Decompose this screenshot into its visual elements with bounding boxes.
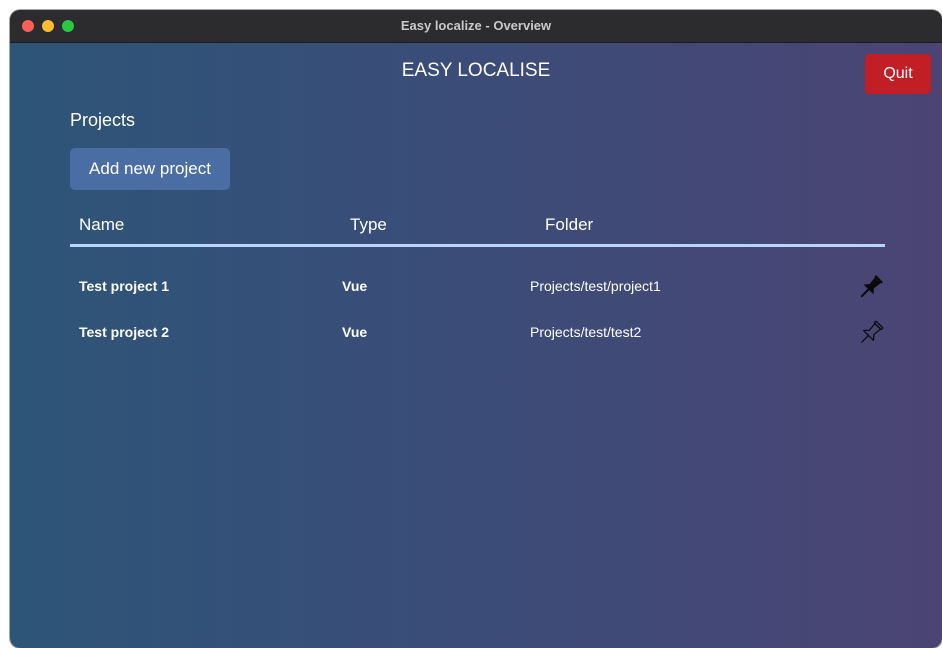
column-header-type: Type [350,215,387,234]
project-folder: Projects/test/test2 [530,324,642,340]
pin-filled-icon[interactable] [856,272,886,302]
app-title: EASY LOCALISE [401,60,551,81]
quit-button[interactable]: Quit [865,54,931,94]
projects-heading: Projects [70,110,136,130]
table-row[interactable]: Test project 2 Vue Projects/test/test2 [10,312,942,352]
project-type: Vue [342,324,368,340]
project-name: Test project 2 [79,324,169,340]
project-folder: Projects/test/project1 [530,278,661,294]
table-header-divider [70,244,885,247]
project-type: Vue [342,278,368,294]
column-header-folder: Folder [545,215,594,234]
project-name: Test project 1 [79,278,169,294]
column-header-name: Name [79,215,125,234]
pin-outline-icon[interactable] [856,318,886,348]
table-row[interactable]: Test project 1 Vue Projects/test/project… [10,266,942,306]
add-new-project-button[interactable]: Add new project [70,148,230,190]
title-bar[interactable]: Easy localize - Overview [10,10,942,43]
window-title: Easy localize - Overview [400,18,552,33]
app-window: Easy localize - Overview EASY LOCALISE Q… [10,10,942,648]
